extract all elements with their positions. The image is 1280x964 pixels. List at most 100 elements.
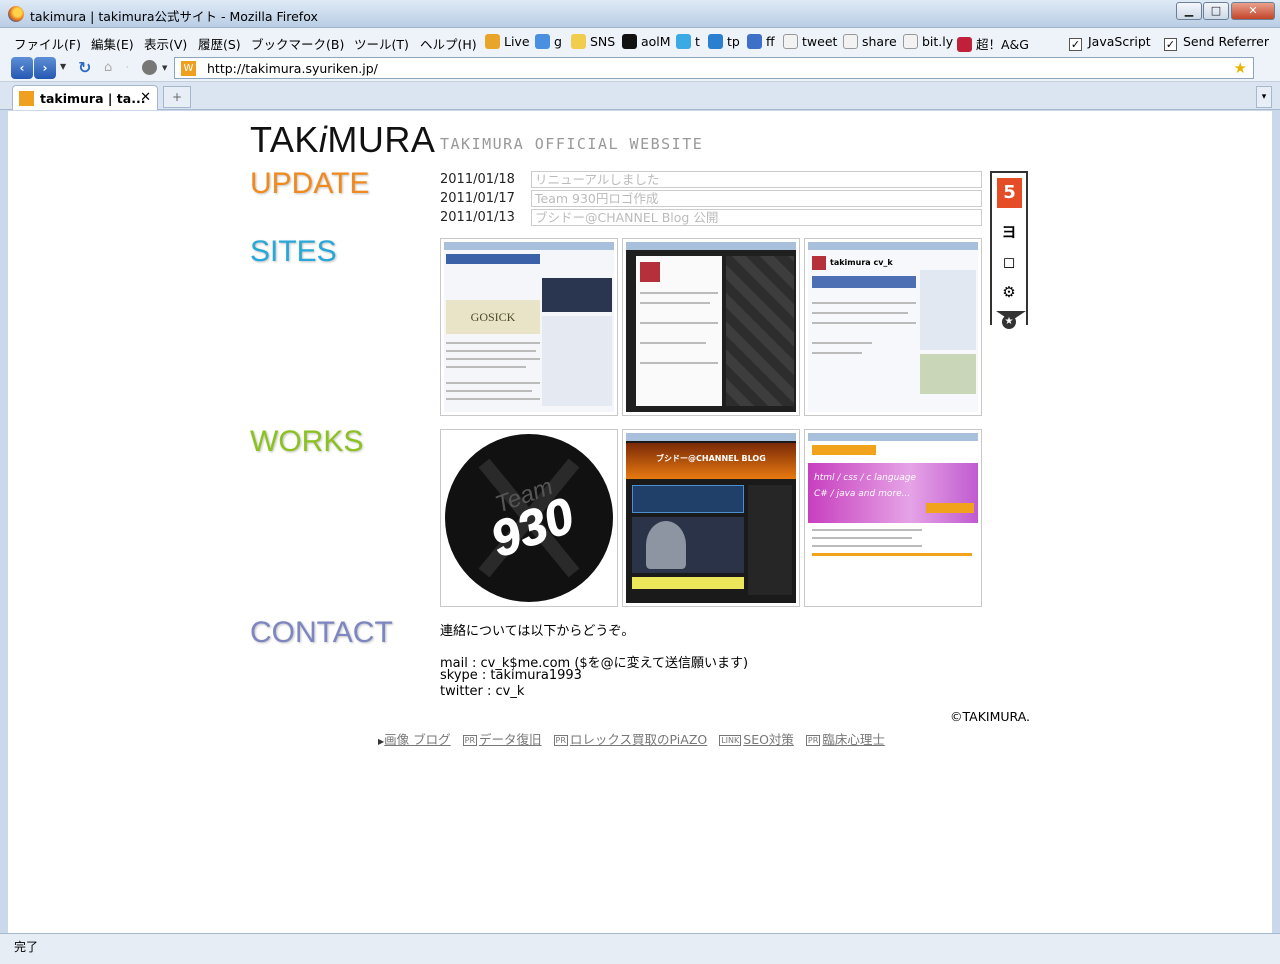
menu-bookmarks[interactable]: ブックマーク(B) <box>251 34 344 53</box>
bookmark-bitly[interactable]: bit.ly <box>903 34 953 49</box>
new-tab-button[interactable]: + <box>163 86 191 108</box>
bookmark-ff[interactable]: ff <box>747 34 775 49</box>
works-heading: WORKS <box>250 425 364 458</box>
menu-file[interactable]: ファイル(F) <box>14 34 81 53</box>
google-icon <box>535 34 550 49</box>
bookmark-g[interactable]: g <box>535 34 562 49</box>
maximize-button[interactable]: □ <box>1203 2 1229 20</box>
checkbox-icon[interactable]: ✓ <box>1069 38 1082 51</box>
bookmark-sns[interactable]: SNS <box>571 34 615 49</box>
menu-help[interactable]: ヘルプ(H) <box>420 34 477 53</box>
update-date: 2011/01/17 <box>440 191 515 206</box>
aol-icon <box>622 34 637 49</box>
bookmark-t[interactable]: t <box>676 34 700 49</box>
history-dropdown-icon[interactable]: ▼ <box>60 62 66 71</box>
work-thumb-team930-logo[interactable]: Team 930 <box>440 429 618 607</box>
update-date: 2011/01/18 <box>440 172 515 187</box>
copyright: ©TAKIMURA. <box>950 709 1031 724</box>
addon-icon[interactable] <box>142 60 157 75</box>
status-bar: 完了 <box>0 933 1280 964</box>
bookmark-agqr[interactable]: 超！A&G <box>957 34 1029 53</box>
sites-heading: SITES <box>250 235 337 268</box>
contact-intro: 連絡については以下からどうぞ。 <box>440 624 635 639</box>
ad-link[interactable]: PR ロレックス買取のPiAZO <box>553 732 716 747</box>
update-text[interactable]: リニューアルしました <box>531 171 982 188</box>
link-tag: LINK <box>719 735 742 746</box>
pr-tag: PR <box>805 735 821 746</box>
contact-heading: CONTACT <box>250 616 393 649</box>
update-text[interactable]: Team 930円ロゴ作成 <box>531 190 982 207</box>
bookmark-star-icon[interactable]: ★ <box>1234 59 1247 77</box>
close-tab-icon[interactable]: ✕ <box>140 90 151 105</box>
site-thumb-profile[interactable]: takimura cv_k <box>804 238 982 416</box>
bookmark-tp[interactable]: tp <box>708 34 740 49</box>
html5-badge[interactable]: 5 ヨ ◻ ⚙ ★ <box>990 171 1028 329</box>
footer-ad-links: ▶画像 ブログ PR データ復旧 PR ロレックス買取のPiAZO LINK SEO対… <box>378 729 893 748</box>
menu-edit[interactable]: 編集(E) <box>91 34 134 53</box>
storage-icon: ◻ <box>1002 253 1016 271</box>
tab-takimura[interactable]: takimura | ta... ✕ <box>12 85 158 110</box>
minimize-button[interactable]: ▁ <box>1176 2 1202 20</box>
menu-tools[interactable]: ツール(T) <box>354 34 409 53</box>
contact-skype: skype : takimura1993 <box>440 668 582 683</box>
tab-label: takimura | ta... <box>40 91 146 106</box>
url-input[interactable]: W http://takimura.syuriken.jp/ ★ <box>174 57 1254 79</box>
screenshot-image: Team 930 <box>444 433 614 603</box>
screenshot-image: takimura cv_k <box>808 242 978 412</box>
ad-link[interactable]: PR データ復旧 <box>462 732 550 747</box>
close-window-button[interactable]: ✕ <box>1231 2 1275 20</box>
menu-bar: ファイル(F) 編集(E) 表示(V) 履歴(S) ブックマーク(B) ツール(… <box>0 28 1280 54</box>
screenshot-image: GOSICK <box>444 242 614 412</box>
twitpic-icon <box>708 34 723 49</box>
bookmark-share[interactable]: share <box>843 34 897 49</box>
update-text[interactable]: ブシドー@CHANNEL Blog 公開 <box>531 209 982 226</box>
page-icon <box>843 34 858 49</box>
url-text[interactable]: http://takimura.syuriken.jp/ <box>207 61 378 76</box>
checkbox-icon[interactable]: ✓ <box>1164 38 1177 51</box>
update-heading: UPDATE <box>250 167 370 200</box>
firefox-icon <box>8 6 24 22</box>
work-thumb-language-site[interactable]: html / css / c language C# / java and mo… <box>804 429 982 607</box>
forward-button[interactable]: › <box>34 57 56 79</box>
contact-twitter: twitter : cv_k <box>440 684 525 699</box>
menu-history[interactable]: 履歴(S) <box>198 34 241 53</box>
bookmark-tweet[interactable]: tweet <box>783 34 837 49</box>
addon-dropdown-icon[interactable]: ▼ <box>162 64 167 72</box>
work-thumb-bushido-channel[interactable]: ブシドー@CHANNEL BLOG <box>622 429 800 607</box>
agqr-icon <box>957 37 972 52</box>
window-titlebar: takimura | takimura公式サイト - Mozilla Firef… <box>0 0 1280 28</box>
javascript-toggle[interactable]: ✓ JavaScript <box>1069 34 1151 51</box>
navigation-bar: ‹ › ▼ ↻ ⌂ · ▼ W http://takimura.syuriken… <box>0 54 1280 82</box>
screenshot-image <box>626 242 796 412</box>
home-icon[interactable]: ⌂ <box>104 60 112 75</box>
ad-link[interactable]: ▶画像 ブログ <box>378 732 459 747</box>
bookmark-aolm[interactable]: aolM <box>622 34 671 49</box>
reload-icon[interactable]: ↻ <box>78 58 91 77</box>
site-logo[interactable]: TAKiMURA <box>250 119 435 161</box>
screenshot-image: ブシドー@CHANNEL BLOG <box>626 433 796 603</box>
friendfeed-icon <box>747 34 762 49</box>
ad-link[interactable]: LINK SEO対策 <box>719 732 802 747</box>
site-favicon-icon <box>19 91 34 106</box>
menu-view[interactable]: 表示(V) <box>144 34 187 53</box>
ad-link[interactable]: PR 臨床心理士 <box>805 732 893 747</box>
send-referrer-toggle[interactable]: ✓ Send Referrer <box>1164 34 1269 51</box>
star-icon: ★ <box>1002 315 1016 329</box>
window-title: takimura | takimura公式サイト - Mozilla Firef… <box>30 9 318 24</box>
html5-icon: 5 <box>997 178 1022 208</box>
site-thumb-blog[interactable]: GOSICK <box>440 238 618 416</box>
gear-icon: ⚙ <box>1002 283 1016 301</box>
back-button[interactable]: ‹ <box>11 57 33 79</box>
page-viewport: TAKiMURA TAKIMURA OFFICIAL WEBSITE UPDAT… <box>8 111 1272 933</box>
twitter-bird-icon <box>676 34 691 49</box>
status-text: 完了 <box>14 940 39 954</box>
update-date: 2011/01/13 <box>440 210 515 225</box>
css3-icon: ヨ <box>1001 223 1017 241</box>
pr-tag: PR <box>462 735 478 746</box>
site-thumb-twitter[interactable] <box>622 238 800 416</box>
bookmark-live[interactable]: Live <box>485 34 530 49</box>
separator-dots: · <box>126 63 129 72</box>
page-icon <box>783 34 798 49</box>
page-icon <box>903 34 918 49</box>
tab-list-button[interactable]: ▾ <box>1256 86 1272 108</box>
